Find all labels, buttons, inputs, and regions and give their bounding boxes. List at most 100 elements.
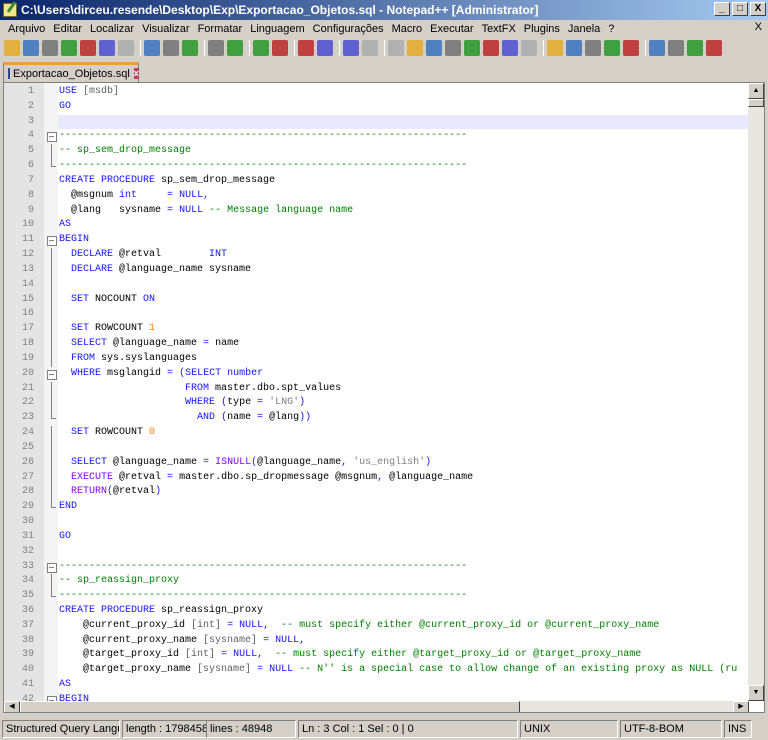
folder-workspace-icon[interactable]: [502, 40, 518, 56]
zoom-out-icon[interactable]: [317, 40, 333, 56]
sync-horizontal-icon[interactable]: [362, 40, 378, 56]
menu-plugins[interactable]: Plugins: [520, 23, 564, 35]
code-line[interactable]: 23 AND (name = @lang)): [4, 411, 749, 426]
horizontal-scrollbar[interactable]: ◀ ▶: [4, 701, 749, 712]
close-icon[interactable]: [80, 40, 96, 56]
tab-close-icon[interactable]: x: [133, 68, 139, 79]
function-list-icon[interactable]: [483, 40, 499, 56]
code-line[interactable]: 9 @lang sysname = NULL -- Message langua…: [4, 204, 749, 219]
sync-vertical-icon[interactable]: [343, 40, 359, 56]
menu-visualizar[interactable]: Visualizar: [138, 23, 194, 35]
code-line[interactable]: 32: [4, 545, 749, 560]
horizontal-scroll-thumb[interactable]: [20, 701, 520, 712]
user-language-icon[interactable]: [445, 40, 461, 56]
sort-asc-icon[interactable]: [649, 40, 665, 56]
menu-formatar[interactable]: Formatar: [194, 23, 247, 35]
scroll-right-button[interactable]: ▶: [733, 701, 749, 712]
move-up-icon[interactable]: [668, 40, 684, 56]
cut-icon[interactable]: [144, 40, 160, 56]
show-all-chars-icon[interactable]: [407, 40, 423, 56]
code-line[interactable]: 30: [4, 515, 749, 530]
word-wrap-icon[interactable]: [388, 40, 404, 56]
code-editor[interactable]: 1 USE [msdb] 2 GO 3 4 ------------------------…: [3, 82, 765, 713]
indent-guide-icon[interactable]: [426, 40, 442, 56]
code-line[interactable]: 28 RETURN(@retval): [4, 485, 749, 501]
play-macro-icon[interactable]: [585, 40, 601, 56]
code-line[interactable]: 38 @current_proxy_name [sysname] = NULL,: [4, 634, 749, 649]
code-line[interactable]: 22 WHERE (type = 'LNG'): [4, 396, 749, 412]
code-line[interactable]: 16: [4, 307, 749, 323]
find-icon[interactable]: [253, 40, 269, 56]
code-line[interactable]: 39 @target_proxy_id [int] = NULL, -- mus…: [4, 648, 749, 663]
menu-arquivo[interactable]: Arquivo: [4, 23, 49, 35]
fold-toggle-icon[interactable]: [44, 129, 58, 144]
menu-linguagem[interactable]: Linguagem: [246, 23, 308, 35]
code-line[interactable]: 35 --------------------------------------…: [4, 589, 749, 604]
open-file-icon[interactable]: [23, 40, 39, 56]
menu-janela[interactable]: Janela: [564, 23, 604, 35]
code-line[interactable]: 11 BEGIN: [4, 233, 749, 248]
zoom-in-icon[interactable]: [298, 40, 314, 56]
code-line[interactable]: 15 SET NOCOUNT ON: [4, 292, 749, 308]
code-line[interactable]: 29 END: [4, 500, 749, 515]
tab-exportacao-objetos[interactable]: Exportacao_Objetos.sql x: [3, 62, 139, 82]
fold-toggle-icon[interactable]: [44, 560, 58, 575]
code-line[interactable]: 20 WHERE msglangid = (SELECT number: [4, 367, 749, 382]
code-line[interactable]: 10 AS: [4, 218, 749, 233]
menu-?[interactable]: ?: [604, 23, 618, 35]
menu-localizar[interactable]: Localizar: [86, 23, 138, 35]
replace-icon[interactable]: [272, 40, 288, 56]
new-file-icon[interactable]: [4, 40, 20, 56]
code-line[interactable]: 26 SELECT @language_name = ISNULL(@langu…: [4, 455, 749, 471]
code-line[interactable]: 5 -- sp_sem_drop_message: [4, 144, 749, 159]
scroll-up-button[interactable]: ▲: [748, 83, 764, 99]
code-line[interactable]: 4 ---------------------------------------…: [4, 129, 749, 144]
code-line[interactable]: 36 CREATE PROCEDURE sp_reassign_proxy: [4, 604, 749, 619]
menu-configuraes[interactable]: Configurações: [309, 23, 388, 35]
menu-editar[interactable]: Editar: [49, 23, 86, 35]
fold-toggle-icon[interactable]: [44, 233, 58, 248]
code-line[interactable]: 8 @msgnum int = NULL,: [4, 189, 749, 204]
code-line[interactable]: 33 --------------------------------------…: [4, 560, 749, 575]
copy-icon[interactable]: [163, 40, 179, 56]
code-line[interactable]: 7 CREATE PROCEDURE sp_sem_drop_message: [4, 174, 749, 189]
code-line[interactable]: 25: [4, 440, 749, 456]
code-line[interactable]: 34 -- sp_reassign_proxy: [4, 574, 749, 589]
scroll-left-button[interactable]: ◀: [4, 701, 20, 712]
redo-icon[interactable]: [227, 40, 243, 56]
code-line[interactable]: 13 DECLARE @language_name sysname: [4, 262, 749, 278]
run-macro-multiple-icon[interactable]: [604, 40, 620, 56]
code-line[interactable]: 37 @current_proxy_id [int] = NULL, -- mu…: [4, 619, 749, 634]
code-line[interactable]: 27 EXECUTE @retval = master.dbo.sp_dropm…: [4, 470, 749, 486]
minimize-button[interactable]: _: [714, 2, 730, 16]
menu-macro[interactable]: Macro: [388, 23, 427, 35]
code-line[interactable]: 6 ---------------------------------------…: [4, 159, 749, 174]
doc-map-icon[interactable]: [464, 40, 480, 56]
save-icon[interactable]: [42, 40, 58, 56]
close-document-button[interactable]: X: [755, 21, 762, 33]
code-line[interactable]: 1 USE [msdb]: [4, 85, 749, 100]
print-icon[interactable]: [118, 40, 134, 56]
vertical-scrollbar[interactable]: ▲ ▼: [748, 83, 764, 701]
scroll-down-button[interactable]: ▼: [748, 685, 764, 701]
menu-textfx[interactable]: TextFX: [478, 23, 520, 35]
code-line[interactable]: 14: [4, 277, 749, 293]
vertical-scroll-thumb[interactable]: [748, 99, 764, 107]
code-line[interactable]: 40 @target_proxy_name [sysname] = NULL -…: [4, 663, 749, 678]
sort-desc-icon[interactable]: [706, 40, 722, 56]
undo-icon[interactable]: [208, 40, 224, 56]
close-button[interactable]: X: [750, 2, 766, 16]
paste-icon[interactable]: [182, 40, 198, 56]
status-encoding[interactable]: UTF-8-BOM: [620, 719, 722, 738]
save-macro-icon[interactable]: [623, 40, 639, 56]
move-down-icon[interactable]: [687, 40, 703, 56]
code-line[interactable]: 31 GO: [4, 530, 749, 545]
stop-record-icon[interactable]: [566, 40, 582, 56]
menu-executar[interactable]: Executar: [426, 23, 477, 35]
close-all-icon[interactable]: [99, 40, 115, 56]
code-line[interactable]: 18 SELECT @language_name = name: [4, 337, 749, 352]
save-all-icon[interactable]: [61, 40, 77, 56]
code-line[interactable]: 17 SET ROWCOUNT 1: [4, 322, 749, 337]
code-line[interactable]: 24 SET ROWCOUNT 0: [4, 426, 749, 441]
code-line[interactable]: 2 GO: [4, 100, 749, 115]
